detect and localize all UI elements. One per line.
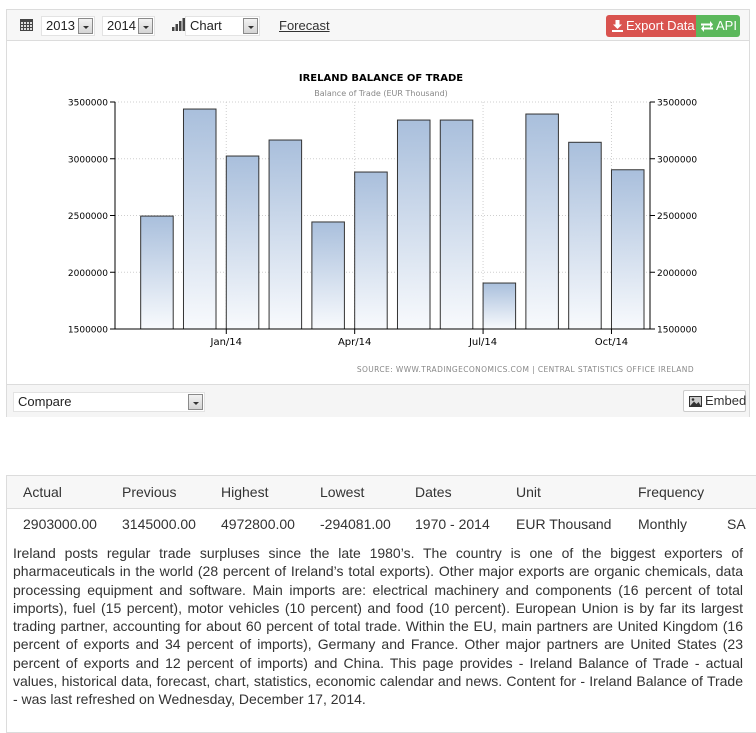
forecast-link[interactable]: Forecast: [279, 18, 330, 33]
y-tick-label-left: 3000000: [68, 155, 108, 165]
y-tick-label-right: 3500000: [657, 99, 697, 109]
chevron-down-icon[interactable]: [138, 18, 153, 34]
header-unit: Unit: [516, 484, 541, 500]
start-year-value: 2013: [46, 18, 75, 33]
chart-source: SOURCE: WWW.TRADINGECONOMICS.COM | CENTR…: [357, 365, 694, 374]
chevron-down-icon[interactable]: [78, 18, 93, 34]
stats-header-row: Actual Previous Highest Lowest Dates Uni…: [7, 476, 756, 509]
x-tick-label: Jan/14: [210, 337, 243, 348]
y-tick-label-left: 1500000: [68, 326, 108, 336]
header-frequency: Frequency: [638, 484, 705, 500]
end-year-select[interactable]: 2014: [102, 16, 155, 36]
value-lowest: -294081.00: [320, 516, 391, 532]
bar-jul-14: [482, 282, 517, 330]
header-previous: Previous: [122, 484, 177, 500]
api-label: API: [716, 18, 737, 33]
y-tick-label-right: 2000000: [657, 269, 697, 279]
bar-sep-14: [568, 141, 602, 330]
chart-type-value: Chart: [190, 18, 222, 33]
bar-dec-13: [182, 108, 217, 330]
bar-nov-13: [140, 215, 174, 330]
api-button[interactable]: API: [696, 15, 740, 37]
signal-bars-icon: [172, 18, 185, 31]
y-tick-label-left: 2500000: [68, 212, 108, 222]
bar-aug-14: [525, 113, 559, 330]
chart-subtitle: Balance of Trade (EUR Thousand): [314, 89, 448, 98]
y-tick-label-right: 2500000: [657, 212, 697, 222]
embed-label: Embed: [705, 393, 747, 408]
value-unit: EUR Thousand: [516, 516, 612, 532]
indicator-stats-panel: Actual Previous Highest Lowest Dates Uni…: [6, 475, 756, 733]
bar-jun-14: [439, 119, 474, 330]
balance-of-trade-chart: IRELAND BALANCE OF TRADE Balance of Trad…: [68, 73, 697, 374]
value-highest: 4972800.00: [221, 516, 295, 532]
x-tick-label: Oct/14: [595, 337, 628, 348]
image-icon: [689, 396, 702, 407]
chevron-down-icon[interactable]: [243, 18, 258, 34]
bar-feb-14: [268, 139, 303, 330]
chart-toolbar: 2013 2014 Chart Forecast Export Data API: [7, 10, 749, 41]
chevron-down-icon[interactable]: [188, 394, 203, 410]
x-tick-label: Apr/14: [338, 337, 371, 348]
exchange-arrows-icon: [701, 21, 713, 32]
value-dates: 1970 - 2014: [415, 516, 490, 532]
header-highest: Highest: [221, 484, 269, 500]
bar-jan-14: [225, 155, 260, 330]
download-icon: [612, 20, 623, 32]
bar-apr-14: [354, 171, 388, 330]
export-data-button[interactable]: Export Data: [606, 15, 696, 37]
header-actual: Actual: [23, 484, 62, 500]
compare-select[interactable]: Compare: [13, 392, 205, 412]
y-tick-label-right: 1500000: [657, 326, 697, 336]
chart-title: IRELAND BALANCE OF TRADE: [299, 73, 463, 84]
bar-oct-14: [610, 169, 645, 330]
chart-panel: 2013 2014 Chart Forecast Export Data API…: [6, 9, 750, 417]
chart-type-select[interactable]: Chart: [185, 16, 260, 36]
indicator-description: Ireland posts regular trade surpluses si…: [13, 545, 743, 708]
export-data-label: Export Data: [626, 18, 695, 33]
value-adjustment: SA: [727, 516, 746, 532]
chart-footer: Compare Embed: [7, 384, 749, 417]
start-year-select[interactable]: 2013: [41, 16, 95, 36]
header-lowest: Lowest: [320, 484, 365, 500]
bar-mar-14: [311, 221, 345, 330]
y-tick-label-left: 2000000: [68, 269, 108, 279]
end-year-value: 2014: [107, 18, 136, 33]
value-frequency: Monthly: [638, 516, 688, 532]
compare-value: Compare: [18, 394, 72, 409]
calendar-icon: [20, 19, 33, 31]
bar-may-14: [396, 119, 431, 330]
header-dates: Dates: [415, 484, 452, 500]
value-previous: 3145000.00: [122, 516, 196, 532]
embed-button[interactable]: Embed: [683, 390, 746, 412]
x-tick-label: Jul/14: [468, 337, 497, 348]
y-tick-label-right: 3000000: [657, 155, 697, 165]
value-actual: 2903000.00: [23, 516, 97, 532]
y-tick-label-left: 3500000: [68, 99, 108, 109]
